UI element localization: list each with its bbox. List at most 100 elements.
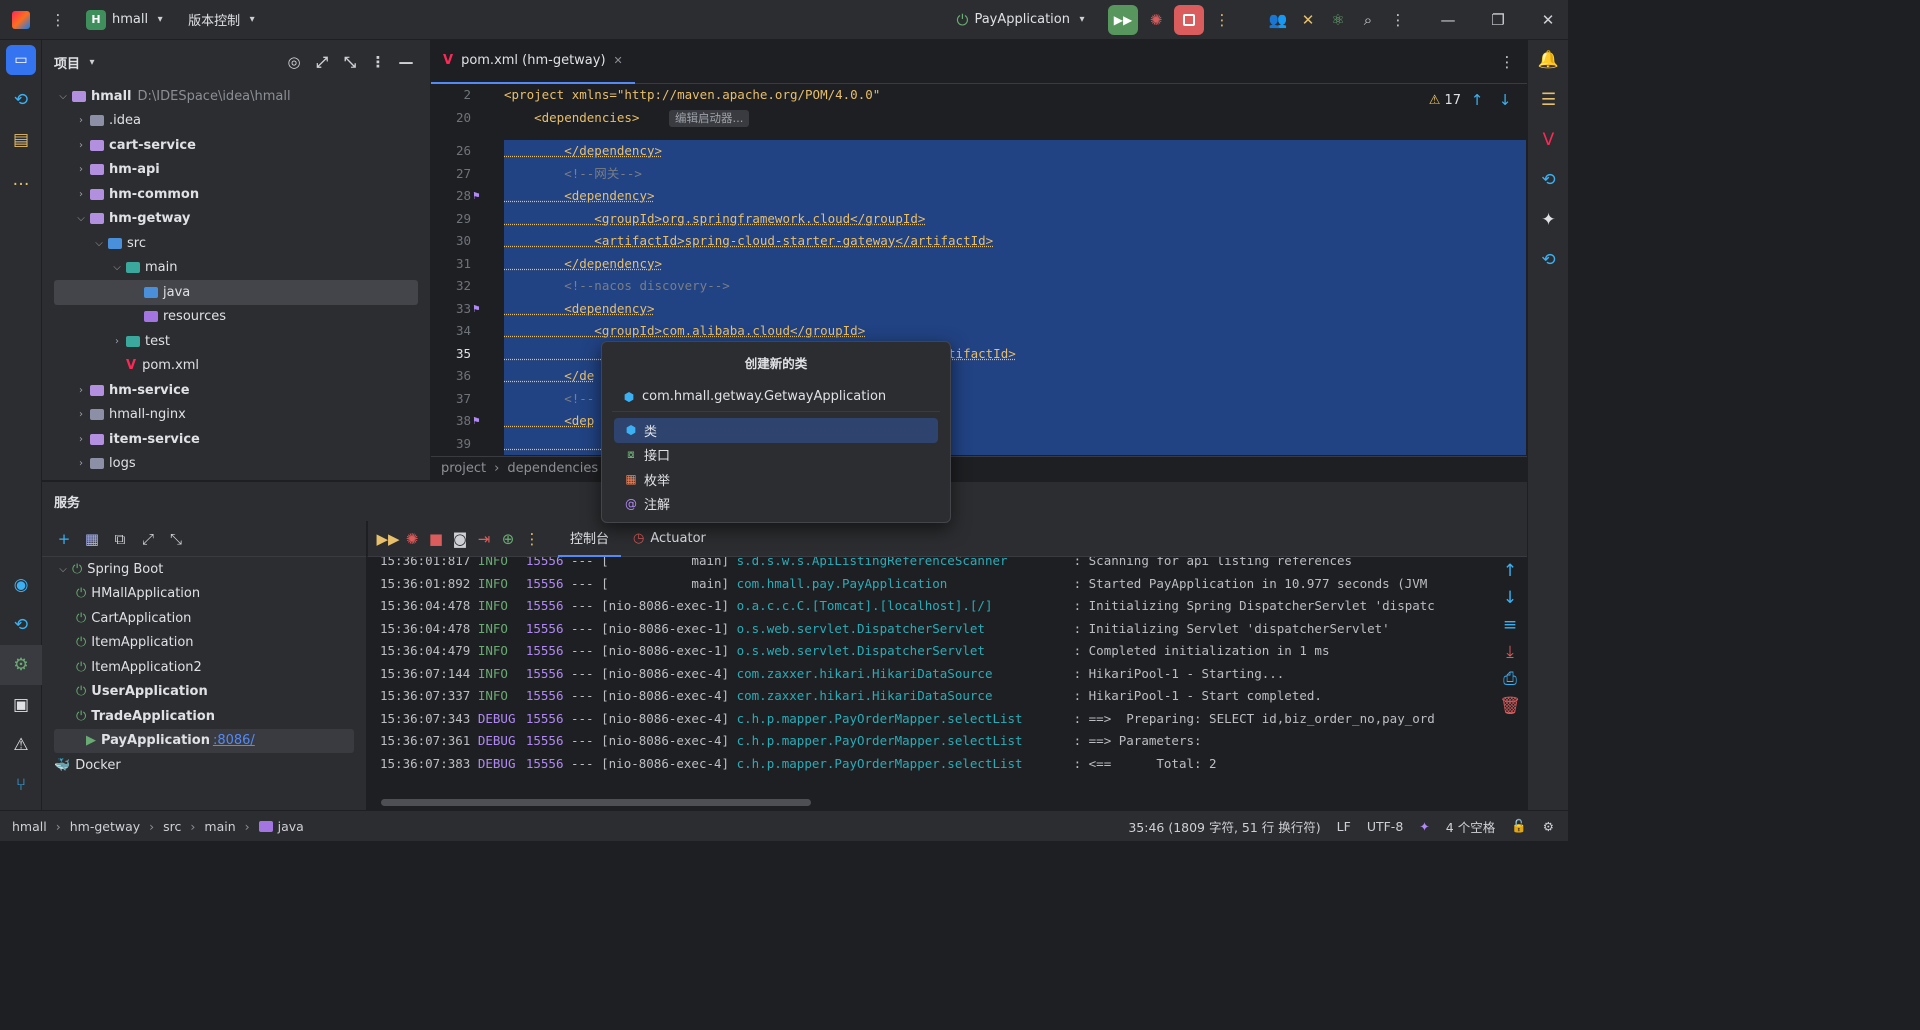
main-menu-icon[interactable]: ⋮ [38, 0, 78, 40]
sticky-line[interactable]: 2 <project xmlns="http://maven.apache.org… [431, 84, 1527, 107]
print-icon[interactable]: ⎙ [1493, 665, 1527, 692]
popup-item-annotation[interactable]: @ 注解 [614, 492, 938, 517]
remote-tool-icon[interactable]: ⟲ [1528, 240, 1569, 280]
service-item[interactable]: ⌵ ⏻ Spring Boot [42, 557, 366, 582]
tab-console[interactable]: 控制台 [558, 521, 622, 557]
vcs-menu[interactable]: 版本控制 ▾ [180, 0, 272, 40]
project-tool-icon[interactable]: ▭ [0, 40, 42, 80]
problems-tool-icon[interactable]: ⚠ [0, 725, 42, 765]
code-line[interactable]: 35 cos-discovery</artifactId> [431, 342, 1527, 365]
plugin-tool-icon[interactable]: ⟲ [0, 80, 42, 120]
tree-item[interactable]: › hm-api [42, 158, 430, 183]
terminal-tool-icon[interactable]: ▣ [0, 685, 42, 725]
more-actions-icon[interactable]: ⋮ [1210, 8, 1234, 32]
code-line[interactable]: 38 ⚑ <dep [431, 410, 1527, 433]
restore-icon[interactable]: ❐ [1486, 8, 1510, 32]
code-with-me-icon[interactable]: 👥 [1266, 8, 1290, 32]
run-config-selector[interactable]: ⏻ PayApplication ▾ [942, 0, 1102, 40]
class-name-input[interactable]: ⬢ com.hmall.getway.GetwayApplication [612, 382, 940, 412]
status-path-item[interactable]: src [163, 819, 181, 834]
chevron-right-icon[interactable]: › [72, 458, 90, 469]
chevron-right-icon[interactable]: › [72, 164, 90, 175]
maven-tool-icon[interactable]: V [1528, 120, 1569, 160]
code-line[interactable]: 34 <groupId>com.alibaba.cloud</groupId> [431, 320, 1527, 343]
project-switcher[interactable]: H hmall ▾ [78, 0, 180, 40]
dependency-gutter-icon[interactable]: ⚑ [473, 410, 480, 433]
chevron-down-icon[interactable]: ⌵ [108, 262, 126, 273]
lock-icon[interactable]: 🔓 [1511, 818, 1527, 834]
indent-setting[interactable]: 4 个空格 [1446, 817, 1495, 836]
status-path-item[interactable]: main [204, 819, 235, 834]
service-item[interactable]: 🐳 Docker [42, 753, 366, 778]
log-logger[interactable]: o.s.web.servlet.DispatcherServlet [737, 640, 1074, 663]
options-icon[interactable]: ⋮ [366, 50, 390, 74]
stop-icon[interactable]: ■ [424, 527, 448, 551]
log-logger[interactable]: o.s.web.servlet.DispatcherServlet [737, 618, 1074, 641]
tab-actuator[interactable]: ◷ Actuator [621, 521, 718, 557]
chevron-down-icon[interactable]: ⌵ [90, 238, 108, 249]
code-line[interactable]: 28 ⚑ <dependency> [431, 185, 1527, 208]
status-path-item[interactable]: java [278, 819, 304, 834]
tree-item[interactable]: ⌵ hm-getway [42, 207, 430, 232]
expand-all-icon[interactable]: ⤢ [136, 527, 160, 551]
close-icon[interactable]: ✕ [1536, 8, 1560, 32]
chevron-down-icon[interactable]: ⌵ [72, 213, 90, 224]
log-logger[interactable]: c.h.p.mapper.PayOrderMapper.selectList [737, 753, 1074, 776]
service-item[interactable]: ▶ PayApplication:8086/ [54, 728, 354, 753]
settings-menu-icon[interactable]: ⋮ [1386, 8, 1410, 32]
scroll-up-icon[interactable]: ↑ [1493, 557, 1527, 584]
editor-options-icon[interactable]: ⋮ [1495, 50, 1519, 74]
chevron-down-icon[interactable]: ▾ [80, 50, 104, 74]
build-tools-icon[interactable]: ✕ [1296, 8, 1320, 32]
expand-all-icon[interactable]: ⤢ [310, 50, 334, 74]
console-output[interactable]: 15:36:01:817 INFO 15556 --- [ main] s.d.s… [367, 557, 1493, 810]
service-port-link[interactable]: :8086/ [213, 733, 255, 748]
stop-button[interactable] [1174, 4, 1204, 35]
status-path-item[interactable]: hmall [12, 819, 47, 834]
attach-icon[interactable]: ⊕ [496, 527, 520, 551]
git-tool-icon[interactable]: ⑂ [0, 765, 42, 805]
close-tab-icon[interactable]: ✕ [614, 54, 623, 67]
tree-item[interactable]: › .idea [42, 109, 430, 134]
dependency-gutter-icon[interactable]: ⚑ [473, 185, 480, 208]
code-line[interactable]: 36 </de [431, 365, 1527, 388]
chevron-down-icon[interactable]: ⌵ [54, 564, 72, 575]
popup-item-class[interactable]: ⬢ 类 [614, 418, 938, 443]
service-item[interactable]: ⏻ ItemApplication [42, 631, 366, 656]
browser-tool-icon[interactable]: ◉ [0, 565, 42, 605]
search-icon[interactable]: ⌕ [1356, 8, 1380, 32]
tree-item[interactable]: › hm-service [42, 378, 430, 403]
chevron-down-icon[interactable]: ⌵ [54, 91, 72, 102]
file-encoding[interactable]: UTF-8 [1367, 819, 1403, 834]
code-line[interactable]: 37 <!-- [431, 387, 1527, 410]
database-tool-icon[interactable]: ☰ [1528, 80, 1569, 120]
chevron-right-icon[interactable]: › [72, 115, 90, 126]
ai-assistant-icon[interactable]: ✦ [1528, 200, 1569, 240]
chevron-right-icon[interactable]: › [72, 434, 90, 445]
scroll-down-icon[interactable]: ↓ [1493, 584, 1527, 611]
rerun-button[interactable]: ▶▶ [1108, 4, 1138, 35]
log-logger[interactable]: o.a.c.c.C.[Tomcat].[localhost].[/] [737, 595, 1074, 618]
code-line[interactable]: 33 ⚑ <dependency> [431, 297, 1527, 320]
add-service-icon[interactable]: + [52, 527, 76, 551]
service-item[interactable]: ⏻ CartApplication [42, 606, 366, 631]
popup-item-enum[interactable]: ▦ 枚举 [614, 467, 938, 492]
screenshot-icon[interactable]: ◙ [448, 527, 472, 551]
chevron-right-icon[interactable]: › [72, 189, 90, 200]
code-line[interactable]: 30 <artifactId>spring-cloud-starter-gate… [431, 230, 1527, 253]
service-item[interactable]: ⏻ HMallApplication [42, 582, 366, 607]
arrow-down-icon[interactable]: ↓ [1493, 88, 1517, 112]
code-line[interactable]: 29 <groupId>org.springframework.cloud</g… [431, 207, 1527, 230]
more-icon[interactable]: ⋮ [520, 527, 544, 551]
arrow-up-icon[interactable]: ↑ [1465, 88, 1489, 112]
tree-item[interactable]: Vpom.xml [42, 354, 430, 379]
tree-item[interactable]: › item-service [42, 427, 430, 452]
chevron-right-icon[interactable]: › [72, 140, 90, 151]
log-logger[interactable]: com.hmall.pay.PayApplication [737, 573, 1074, 596]
app-logo-icon[interactable] [0, 0, 38, 40]
ai-status-icon[interactable]: ✦ [1419, 819, 1429, 834]
log-logger[interactable]: s.d.s.w.s.ApiListingReferenceScanner [737, 557, 1074, 573]
log-logger[interactable]: c.h.p.mapper.PayOrderMapper.selectList [737, 708, 1074, 731]
project-panel-title[interactable]: 项目 [54, 53, 80, 72]
tree-item[interactable]: ⌵ src [42, 231, 430, 256]
